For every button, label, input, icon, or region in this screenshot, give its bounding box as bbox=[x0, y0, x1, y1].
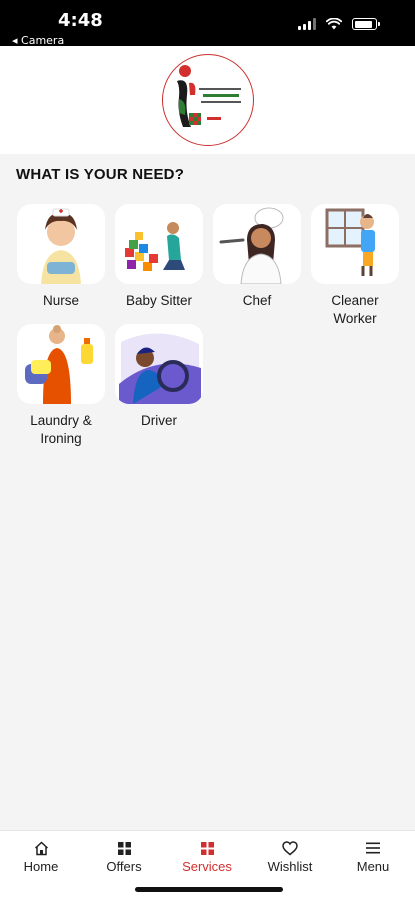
app-header bbox=[0, 46, 415, 154]
app-logo bbox=[162, 54, 254, 146]
tab-offers[interactable]: Offers bbox=[84, 839, 164, 874]
service-baby-sitter[interactable]: Baby Sitter bbox=[115, 204, 203, 310]
grid-icon bbox=[117, 841, 131, 855]
cleaner-illustration bbox=[311, 204, 399, 284]
home-indicator bbox=[135, 887, 283, 892]
home-icon bbox=[34, 840, 48, 855]
service-label: Nurse bbox=[42, 293, 79, 308]
service-label: Cleaner Worker bbox=[331, 293, 379, 326]
tab-label: Wishlist bbox=[267, 859, 313, 874]
service-cleaner-worker[interactable]: Cleaner Worker bbox=[311, 204, 399, 328]
service-laundry-ironing[interactable]: Laundry & Ironing bbox=[17, 324, 105, 448]
nurse-illustration bbox=[17, 204, 105, 284]
service-label: Baby Sitter bbox=[125, 293, 193, 308]
status-time: 4:48 bbox=[58, 10, 103, 31]
cellular-signal-icon bbox=[298, 18, 316, 30]
tab-label: Menu bbox=[356, 859, 390, 874]
tab-label: Home bbox=[23, 859, 59, 874]
tab-label: Services bbox=[182, 859, 232, 874]
battery-icon bbox=[352, 18, 380, 30]
tab-menu[interactable]: Menu bbox=[333, 839, 413, 874]
tab-services[interactable]: Services bbox=[167, 839, 247, 874]
service-label: Laundry & Ironing bbox=[30, 413, 92, 446]
service-nurse[interactable]: Nurse bbox=[17, 204, 105, 310]
service-label: Chef bbox=[242, 293, 272, 308]
service-label: Driver bbox=[141, 413, 177, 428]
page-title: WHAT IS YOUR NEED? bbox=[16, 166, 185, 183]
tab-wishlist[interactable]: Wishlist bbox=[250, 839, 330, 874]
driver-illustration bbox=[115, 324, 203, 404]
chef-illustration bbox=[213, 204, 301, 284]
menu-icon bbox=[366, 842, 380, 854]
status-bar: 4:48 ◂ Camera bbox=[0, 0, 415, 47]
wifi-icon bbox=[326, 18, 342, 30]
heart-icon bbox=[282, 840, 298, 855]
service-chef[interactable]: Chef bbox=[213, 204, 301, 310]
grid-icon bbox=[200, 841, 214, 855]
tab-label: Offers bbox=[106, 859, 142, 874]
status-icons bbox=[298, 18, 380, 30]
service-driver[interactable]: Driver bbox=[115, 324, 203, 430]
baby-sitter-illustration bbox=[115, 204, 203, 284]
tab-home[interactable]: Home bbox=[1, 839, 81, 874]
laundry-illustration bbox=[17, 324, 105, 404]
